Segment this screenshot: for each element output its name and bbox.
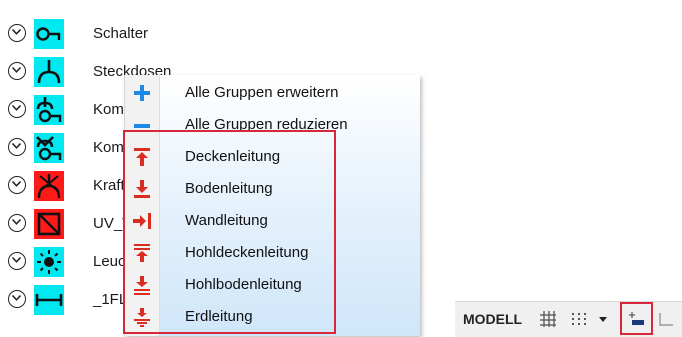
chevron-down-icon[interactable]	[8, 176, 26, 194]
highlight-frame-statusbar	[620, 302, 653, 335]
dropdown-arrow-icon[interactable]	[597, 309, 609, 329]
chevron-down-icon[interactable]	[8, 24, 26, 42]
earth-line-icon	[134, 308, 150, 327]
menu-item-collapse-all[interactable]: Alle Gruppen reduzieren	[125, 109, 420, 141]
menu-item-bodenleitung[interactable]: Bodenleitung	[125, 173, 420, 205]
menu-item-label: Alle Gruppen reduzieren	[185, 116, 348, 133]
menu-item-label: Alle Gruppen erweitern	[185, 84, 339, 101]
menu-item-expand-all[interactable]: Alle Gruppen erweitern	[125, 77, 420, 109]
chevron-down-icon[interactable]	[8, 252, 26, 270]
hollow-ceiling-line-icon	[134, 244, 150, 262]
chevron-down-icon[interactable]	[8, 138, 26, 156]
chevron-down-icon[interactable]	[8, 214, 26, 232]
list-item-schalter[interactable]: Schalter	[0, 16, 419, 52]
menu-item-label: Deckenleitung	[185, 148, 281, 165]
socket-symbol-icon	[34, 57, 64, 87]
menu-item-hohldeckenleitung[interactable]: Hohldeckenleitung	[125, 237, 420, 269]
hollow-floor-line-icon	[134, 276, 150, 295]
list-item-label: Schalter	[93, 25, 149, 42]
menu-item-deckenleitung[interactable]: Deckenleitung	[125, 141, 420, 173]
menu-item-label: Bodenleitung	[185, 180, 273, 197]
plus-icon	[134, 85, 150, 101]
switch-symbol-icon	[34, 19, 64, 49]
line-symbol-icon	[34, 285, 64, 315]
snap-grid-icon[interactable]	[569, 309, 589, 329]
floor-line-icon	[134, 180, 150, 198]
ortho-icon[interactable]	[657, 309, 677, 329]
chevron-down-icon[interactable]	[8, 62, 26, 80]
menu-item-hohlbodenleitung[interactable]: Hohlbodenleitung	[125, 269, 420, 301]
menu-item-wandleitung[interactable]: Wandleitung	[125, 205, 420, 237]
power-symbol-icon	[34, 171, 64, 201]
light-symbol-icon	[34, 247, 64, 277]
model-space-button[interactable]: MODELL	[463, 311, 522, 327]
chevron-down-icon[interactable]	[8, 290, 26, 308]
menu-item-label: Wandleitung	[185, 212, 268, 229]
list-item-label: Kraft	[93, 177, 125, 194]
grid-icon[interactable]	[538, 309, 558, 329]
chevron-down-icon[interactable]	[8, 100, 26, 118]
ceiling-line-icon	[134, 148, 150, 166]
context-menu: Alle Gruppen erweitern Alle Gruppen redu…	[124, 75, 420, 336]
menu-item-erdleitung[interactable]: Erdleitung	[125, 301, 420, 333]
minus-icon	[134, 124, 150, 128]
combination-symbol-icon	[34, 95, 64, 125]
distribution-symbol-icon	[34, 209, 64, 239]
menu-item-label: Hohlbodenleitung	[185, 276, 302, 293]
menu-item-label: Erdleitung	[185, 308, 253, 325]
wall-line-icon	[133, 213, 151, 229]
status-bar: MODELL	[455, 301, 682, 337]
combination2-symbol-icon	[34, 133, 64, 163]
menu-item-label: Hohldeckenleitung	[185, 244, 309, 261]
list-item-label: _1FL	[93, 291, 128, 308]
